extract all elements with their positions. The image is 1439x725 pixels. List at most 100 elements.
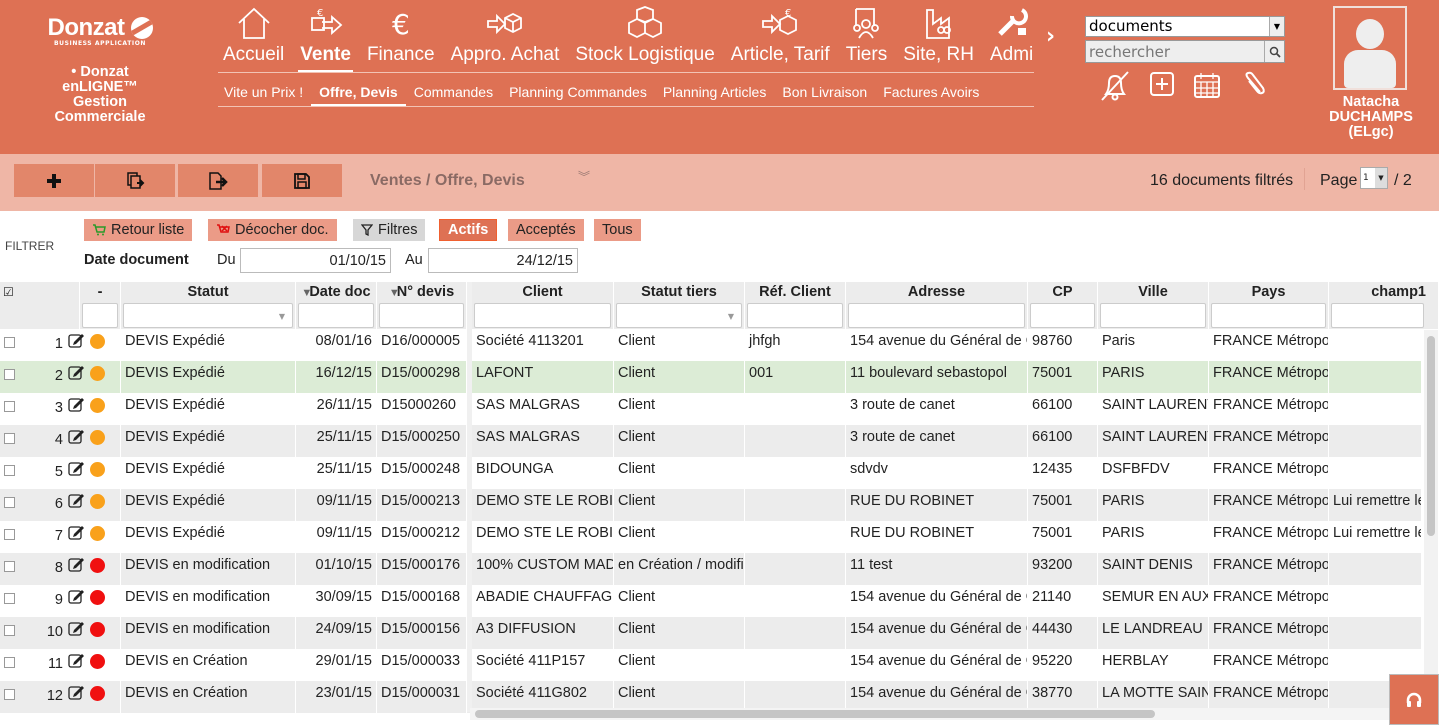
row-checkbox[interactable] xyxy=(4,625,15,636)
column-filter-input[interactable] xyxy=(1331,303,1424,328)
subnav-planning-articles[interactable]: Planning Articles xyxy=(655,82,775,106)
column-filter-input[interactable] xyxy=(747,303,843,328)
row-checkbox[interactable] xyxy=(4,561,15,572)
calendar-icon[interactable] xyxy=(1192,70,1222,106)
column-filter-input[interactable] xyxy=(1211,303,1326,328)
subnav-commandes[interactable]: Commandes xyxy=(406,82,501,106)
table-row[interactable]: 3 DEVIS Expédié 26/11/15 D15000260 SAS MALGR… xyxy=(0,393,1422,425)
nav-item-stock-logistique[interactable]: Stock Logistique xyxy=(567,4,722,73)
edit-icon[interactable] xyxy=(67,491,85,515)
table-row[interactable]: 11 DEVIS en Création 29/01/15 D15/000033 Soc… xyxy=(0,649,1422,681)
column-filter-input[interactable] xyxy=(1030,303,1095,328)
table-row[interactable]: 8 DEVIS en modification 01/10/15 D15/000176… xyxy=(0,553,1422,585)
column-filter-input[interactable] xyxy=(848,303,1025,328)
column-filter-input[interactable] xyxy=(379,303,464,328)
column-ref-client[interactable]: Réf. Client xyxy=(745,282,846,329)
table-row[interactable]: 10 DEVIS en modification 24/09/15 D15/00015… xyxy=(0,617,1422,649)
duplicate-button[interactable] xyxy=(95,164,175,197)
column-select-all[interactable]: ☑ xyxy=(0,282,80,329)
accepted-filter-button[interactable]: Acceptés xyxy=(508,219,584,241)
active-filter-button[interactable]: Actifs xyxy=(439,219,498,241)
scroll-thumb[interactable] xyxy=(1427,336,1435,536)
table-row[interactable]: 4 DEVIS Expédié 25/11/15 D15/000250 SAS MALG… xyxy=(0,425,1422,457)
row-checkbox[interactable] xyxy=(4,497,15,508)
select-all-checkbox[interactable]: ☑ xyxy=(0,282,79,302)
nav-item-accueil[interactable]: Accueil xyxy=(215,4,292,73)
edit-icon[interactable] xyxy=(67,555,85,579)
subnav-bon-livraison[interactable]: Bon Livraison xyxy=(774,82,875,106)
row-checkbox[interactable] xyxy=(4,433,15,444)
nav-item-site-rh[interactable]: Site, RH xyxy=(895,4,982,73)
table-row[interactable]: 1 DEVIS Expédié 08/01/16 D16/000005 Société … xyxy=(0,329,1422,361)
vertical-scrollbar[interactable] xyxy=(1424,330,1438,712)
user-name[interactable]: Natacha DUCHAMPS (ELgc) xyxy=(1316,95,1426,140)
column-filter-input[interactable] xyxy=(82,303,118,328)
subnav-planning-commandes[interactable]: Planning Commandes xyxy=(501,82,655,106)
subnav-offre-devis[interactable]: Offre, Devis xyxy=(311,82,406,106)
nav-item-article-tarif[interactable]: € Article, Tarif xyxy=(723,4,838,73)
scroll-thumb[interactable] xyxy=(475,710,1155,718)
nav-item-tiers[interactable]: Tiers xyxy=(838,4,896,73)
column-filter-input[interactable] xyxy=(298,303,374,328)
column-adresse[interactable]: Adresse xyxy=(846,282,1028,329)
column-ville[interactable]: Ville xyxy=(1098,282,1209,329)
all-filter-button[interactable]: Tous xyxy=(594,219,641,241)
expand-chevron-icon[interactable]: ︾ xyxy=(578,168,590,185)
edit-icon[interactable] xyxy=(67,395,85,419)
table-row[interactable]: 5 DEVIS Expédié 25/11/15 D15/000248 BIDOUNGA… xyxy=(0,457,1422,489)
notifications-off-icon[interactable] xyxy=(1098,70,1132,106)
search-scope-select[interactable]: documents ▼ xyxy=(1085,16,1285,37)
paperclip-icon[interactable] xyxy=(1238,70,1268,106)
edit-icon[interactable] xyxy=(67,427,85,451)
avatar[interactable] xyxy=(1333,6,1407,90)
column-date-doc[interactable]: ▼Date doc xyxy=(296,282,377,329)
date-to-input[interactable] xyxy=(428,248,578,273)
nav-item-appro-achat[interactable]: Appro. Achat xyxy=(443,4,568,73)
horizontal-scrollbar[interactable] xyxy=(470,708,1425,720)
table-row[interactable]: 2 DEVIS Expédié 16/12/15 D15/000298 LAFONT Cl… xyxy=(0,361,1422,393)
column-statut-tiers[interactable]: Statut tiers ▼ xyxy=(614,282,745,329)
column-client[interactable]: Client xyxy=(472,282,614,329)
search-input[interactable] xyxy=(1086,41,1264,62)
subnav-vite-un-prix[interactable]: Vite un Prix ! xyxy=(216,82,311,106)
page-select[interactable]: 1 ▼ xyxy=(1360,167,1388,189)
row-checkbox[interactable] xyxy=(4,369,15,380)
filters-button[interactable]: Filtres xyxy=(353,219,426,241)
nav-item-finance[interactable]: € Finance xyxy=(359,4,443,73)
add-icon[interactable] xyxy=(1148,70,1176,106)
row-checkbox[interactable] xyxy=(4,337,15,348)
nav-item-vente[interactable]: € Vente xyxy=(292,4,359,73)
save-button[interactable] xyxy=(262,164,342,197)
uncheck-docs-button[interactable]: Décocher doc. xyxy=(208,219,337,241)
table-row[interactable]: 9 DEVIS en modification 30/09/15 D15/000168… xyxy=(0,585,1422,617)
subnav-factures-avoirs[interactable]: Factures Avoirs xyxy=(875,82,987,106)
row-checkbox[interactable] xyxy=(4,657,15,668)
nav-item-admin[interactable]: Admi xyxy=(982,4,1041,73)
date-from-input[interactable] xyxy=(240,248,391,273)
column-filter-input[interactable] xyxy=(1100,303,1206,328)
edit-icon[interactable] xyxy=(67,683,85,707)
export-button[interactable] xyxy=(178,164,258,197)
column-filter-select[interactable]: ▼ xyxy=(616,303,742,328)
table-row[interactable]: 7 DEVIS Expédié 09/11/15 D15/000212 DEMO STE… xyxy=(0,521,1422,553)
column-champ1[interactable]: champ1 xyxy=(1329,282,1439,329)
column-pays[interactable]: Pays xyxy=(1209,282,1329,329)
column-statut[interactable]: Statut ▼ xyxy=(121,282,296,329)
edit-icon[interactable] xyxy=(67,523,85,547)
back-to-list-button[interactable]: Retour liste xyxy=(84,219,193,241)
column-filter-select[interactable]: ▼ xyxy=(123,303,293,328)
edit-icon[interactable] xyxy=(67,587,85,611)
logo[interactable]: Donzat BUSINESS APPLICATION • Donzat enL… xyxy=(30,14,170,125)
nav-more-chevron-icon[interactable]: › xyxy=(1046,24,1055,49)
column-cp[interactable]: CP xyxy=(1028,282,1098,329)
new-document-button[interactable] xyxy=(14,164,94,197)
row-checkbox[interactable] xyxy=(4,593,15,604)
column-num-devis[interactable]: ▼N° devis xyxy=(377,282,467,329)
edit-icon[interactable] xyxy=(67,459,85,483)
edit-icon[interactable] xyxy=(67,619,85,643)
edit-icon[interactable] xyxy=(67,331,85,355)
search-icon[interactable] xyxy=(1264,41,1284,62)
edit-icon[interactable] xyxy=(67,651,85,675)
edit-icon[interactable] xyxy=(67,363,85,387)
row-checkbox[interactable] xyxy=(4,401,15,412)
